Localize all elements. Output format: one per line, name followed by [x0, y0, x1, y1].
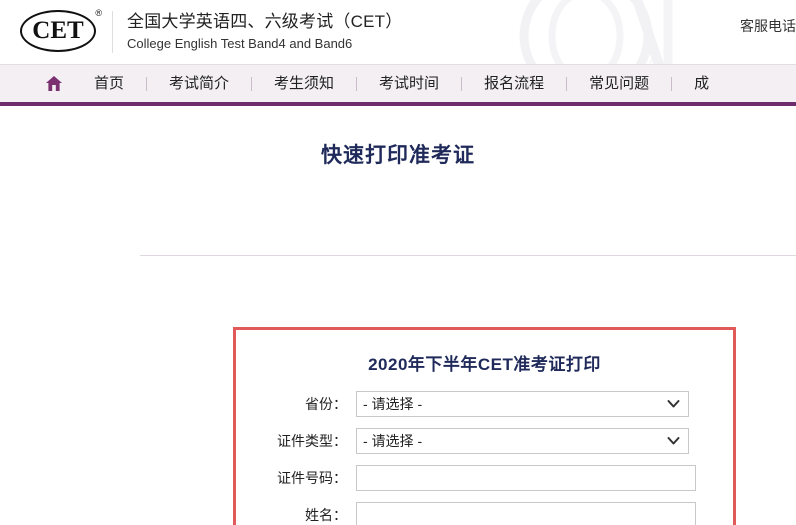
- province-select-wrap: - 请选择 -: [356, 391, 689, 417]
- form-row-province: 省份： - 请选择 -: [236, 391, 733, 417]
- nav-item-faq[interactable]: 常见问题: [567, 65, 671, 102]
- page-root: CET CET ® 全国大学英语四、六级考试（CET） College Engl…: [0, 0, 796, 525]
- id-type-label: 证件类型：: [277, 433, 347, 449]
- site-header: CET CET ® 全国大学英语四、六级考试（CET） College Engl…: [0, 0, 796, 64]
- province-label: 省份：: [305, 396, 347, 412]
- print-admission-ticket-form: 2020年下半年CET准考证打印 省份： - 请选择 - 证件类型： - 请选择…: [233, 327, 736, 525]
- form-heading: 2020年下半年CET准考证打印: [368, 355, 601, 374]
- nav-item-registration-process[interactable]: 报名流程: [462, 65, 566, 102]
- name-input[interactable]: [356, 502, 696, 525]
- nav-item-home[interactable]: 首页: [72, 65, 146, 102]
- site-title-chinese: 全国大学英语四、六级考试（CET）: [127, 12, 403, 32]
- id-number-input[interactable]: [356, 465, 696, 491]
- province-control: - 请选择 -: [356, 391, 689, 417]
- main-navigation: 首页 考试简介 考生须知 考试时间 报名流程 常见问题 成: [0, 64, 796, 106]
- home-icon[interactable]: [36, 65, 72, 102]
- form-rows: 省份： - 请选择 - 证件类型： - 请选择 - 证件号码： 姓名：: [236, 391, 733, 525]
- cet-logo-oval: CET: [20, 10, 96, 52]
- nav-item-scores[interactable]: 成: [672, 65, 731, 102]
- form-row-name: 姓名：: [236, 502, 733, 525]
- id-number-control: [356, 465, 696, 491]
- main-content: 快速打印准考证 2020年下半年CET准考证打印 省份： - 请选择 - 证件类…: [0, 139, 796, 525]
- nav-item-exam-intro[interactable]: 考试简介: [147, 65, 251, 102]
- cet-logo-text: CET: [32, 16, 84, 44]
- name-label: 姓名：: [305, 507, 347, 523]
- id-type-select[interactable]: - 请选择 -: [356, 428, 689, 454]
- header-vertical-divider: [112, 11, 113, 53]
- page-title: 快速打印准考证: [321, 144, 475, 167]
- id-type-control: - 请选择 -: [356, 428, 689, 454]
- id-number-label: 证件号码：: [277, 470, 347, 486]
- cet-logo[interactable]: CET ®: [12, 6, 104, 58]
- province-select[interactable]: - 请选择 -: [356, 391, 689, 417]
- site-title-english: College English Test Band4 and Band6: [127, 36, 353, 52]
- form-row-id-type: 证件类型： - 请选择 -: [236, 428, 733, 454]
- header-inner: CET ® 全国大学英语四、六级考试（CET） College English …: [0, 0, 796, 64]
- name-control: [356, 502, 696, 525]
- customer-service-hotline: 客服电话: [740, 18, 796, 34]
- site-title-block: 全国大学英语四、六级考试（CET） College English Test B…: [127, 11, 402, 52]
- nav-item-exam-time[interactable]: 考试时间: [357, 65, 461, 102]
- registered-trademark-icon: ®: [95, 8, 102, 18]
- home-icon-glyph: [46, 76, 62, 91]
- id-type-select-wrap: - 请选择 -: [356, 428, 689, 454]
- title-divider: [140, 255, 796, 256]
- nav-item-candidate-notice[interactable]: 考生须知: [252, 65, 356, 102]
- form-row-id-number: 证件号码：: [236, 465, 733, 491]
